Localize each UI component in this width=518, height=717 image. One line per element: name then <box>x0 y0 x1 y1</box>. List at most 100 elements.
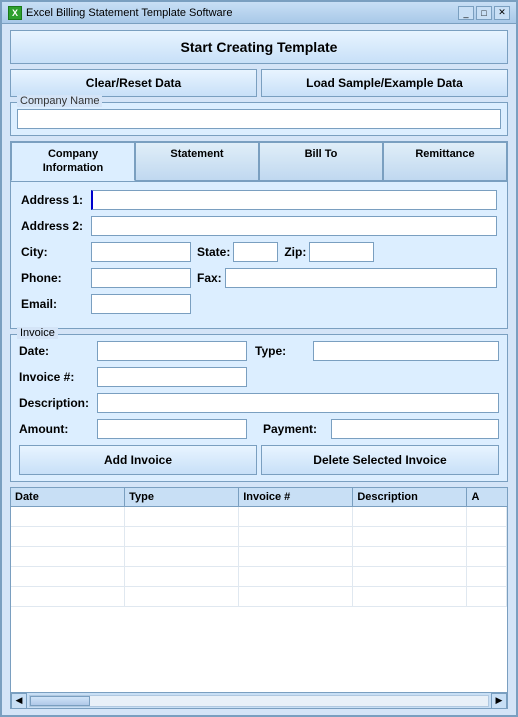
address1-input[interactable] <box>91 190 497 210</box>
col-type: Type <box>125 488 239 506</box>
type-input[interactable] <box>313 341 499 361</box>
table-row[interactable] <box>11 507 507 527</box>
cell-description <box>353 547 467 566</box>
address2-input[interactable] <box>91 216 497 236</box>
description-row: Description: <box>19 393 499 413</box>
cell-invoice-num <box>239 507 353 526</box>
invoice-section: Invoice Date: Type: Invoice #: Descripti… <box>10 334 508 482</box>
description-input[interactable] <box>97 393 499 413</box>
scroll-thumb[interactable] <box>30 696 90 706</box>
table-header: Date Type Invoice # Description A <box>11 488 507 507</box>
maximize-button[interactable]: □ <box>476 6 492 20</box>
table-row[interactable] <box>11 527 507 547</box>
invoice-num-label: Invoice #: <box>19 370 89 384</box>
company-name-label: Company Name <box>17 95 102 107</box>
col-amount: A <box>467 488 507 506</box>
city-row: City: State: Zip: <box>21 242 497 262</box>
table-row[interactable] <box>11 567 507 587</box>
cell-type <box>125 507 239 526</box>
main-content: Start Creating Template Clear/Reset Data… <box>2 24 516 715</box>
cell-type <box>125 587 239 606</box>
cell-amount <box>467 587 507 606</box>
col-invoice-num: Invoice # <box>239 488 353 506</box>
invoice-table: Date Type Invoice # Description A <box>10 487 508 709</box>
phone-input[interactable] <box>91 268 191 288</box>
cell-date <box>11 507 125 526</box>
cell-date <box>11 587 125 606</box>
description-label: Description: <box>19 396 89 410</box>
window-controls: _ □ ✕ <box>458 6 510 20</box>
invoice-action-buttons: Add Invoice Delete Selected Invoice <box>19 445 499 475</box>
cell-type <box>125 527 239 546</box>
start-button[interactable]: Start Creating Template <box>10 30 508 64</box>
table-row[interactable] <box>11 587 507 607</box>
address1-row: Address 1: <box>21 190 497 210</box>
load-button[interactable]: Load Sample/Example Data <box>261 69 508 97</box>
cell-invoice-num <box>239 567 353 586</box>
close-button[interactable]: ✕ <box>494 6 510 20</box>
window-title: Excel Billing Statement Template Softwar… <box>26 7 232 19</box>
amount-payment-row: Amount: Payment: <box>19 419 499 439</box>
action-row: Clear/Reset Data Load Sample/Example Dat… <box>10 69 508 97</box>
fax-label: Fax: <box>197 271 222 285</box>
tab-content: Address 1: Address 2: City: State: Zip: <box>11 182 507 328</box>
zip-label: Zip: <box>284 245 306 259</box>
col-description: Description <box>353 488 467 506</box>
tab-company-information[interactable]: Company Information <box>11 142 135 181</box>
phone-row: Phone: Fax: <box>21 268 497 288</box>
city-input[interactable] <box>91 242 191 262</box>
company-name-input[interactable] <box>17 109 501 129</box>
cell-invoice-num <box>239 527 353 546</box>
payment-label: Payment: <box>263 422 323 436</box>
cell-description <box>353 587 467 606</box>
company-name-group: Company Name <box>10 102 508 136</box>
cell-type <box>125 567 239 586</box>
state-label: State: <box>197 245 230 259</box>
table-row[interactable] <box>11 547 507 567</box>
payment-input[interactable] <box>331 419 499 439</box>
minimize-button[interactable]: _ <box>458 6 474 20</box>
cell-description <box>353 507 467 526</box>
email-input[interactable] <box>91 294 191 314</box>
tab-statement[interactable]: Statement <box>135 142 259 181</box>
city-label: City: <box>21 245 91 259</box>
cell-description <box>353 567 467 586</box>
invoice-num-input[interactable] <box>97 367 247 387</box>
address2-label: Address 2: <box>21 219 91 233</box>
title-bar-left: X Excel Billing Statement Template Softw… <box>8 6 232 20</box>
tabs-row: Company Information Statement Bill To Re… <box>11 142 507 182</box>
amount-label: Amount: <box>19 422 89 436</box>
cell-invoice-num <box>239 587 353 606</box>
amount-input[interactable] <box>97 419 247 439</box>
title-bar: X Excel Billing Statement Template Softw… <box>2 2 516 24</box>
add-invoice-button[interactable]: Add Invoice <box>19 445 257 475</box>
table-body <box>11 507 507 692</box>
invoice-num-row: Invoice #: <box>19 367 499 387</box>
date-input[interactable] <box>97 341 247 361</box>
cell-description <box>353 527 467 546</box>
type-label: Type: <box>255 344 305 358</box>
cell-amount <box>467 527 507 546</box>
fax-input[interactable] <box>225 268 497 288</box>
state-input[interactable] <box>233 242 278 262</box>
scroll-left-button[interactable]: ◀ <box>11 693 27 709</box>
email-row: Email: <box>21 294 497 314</box>
email-label: Email: <box>21 297 91 311</box>
delete-invoice-button[interactable]: Delete Selected Invoice <box>261 445 499 475</box>
phone-label: Phone: <box>21 271 91 285</box>
tabs-container: Company Information Statement Bill To Re… <box>10 141 508 329</box>
date-label: Date: <box>19 344 89 358</box>
scroll-track[interactable] <box>29 695 489 707</box>
invoice-section-label: Invoice <box>17 327 58 339</box>
horizontal-scrollbar[interactable]: ◀ ▶ <box>11 692 507 708</box>
cell-type <box>125 547 239 566</box>
tab-bill-to[interactable]: Bill To <box>259 142 383 181</box>
zip-input[interactable] <box>309 242 374 262</box>
col-date: Date <box>11 488 125 506</box>
cell-date <box>11 547 125 566</box>
scroll-right-button[interactable]: ▶ <box>491 693 507 709</box>
tab-remittance[interactable]: Remittance <box>383 142 507 181</box>
address2-row: Address 2: <box>21 216 497 236</box>
app-icon: X <box>8 6 22 20</box>
clear-button[interactable]: Clear/Reset Data <box>10 69 257 97</box>
